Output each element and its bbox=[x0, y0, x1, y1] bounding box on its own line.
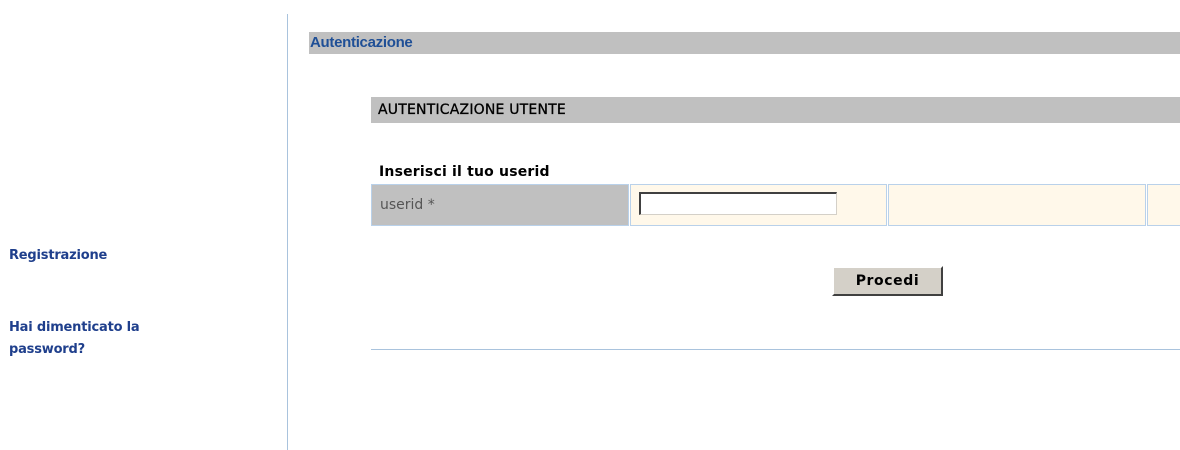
empty-cell bbox=[888, 184, 1146, 226]
sidebar-divider bbox=[287, 14, 288, 450]
proceed-button[interactable]: Procedi bbox=[832, 266, 943, 296]
userid-field-row: userid * bbox=[371, 184, 1180, 226]
authentication-page: Registrazione Hai dimenticato la passwor… bbox=[0, 0, 1180, 450]
section-title: AUTENTICAZIONE UTENTE bbox=[378, 102, 566, 118]
userid-label: userid * bbox=[380, 197, 435, 213]
empty-cell bbox=[1147, 184, 1180, 226]
registration-link[interactable]: Registrazione bbox=[9, 245, 107, 267]
userid-input[interactable] bbox=[639, 192, 837, 215]
forgot-password-link[interactable]: Hai dimenticato la password? bbox=[9, 317, 189, 361]
page-title-bar bbox=[309, 32, 1180, 54]
userid-prompt: Inserisci il tuo userid bbox=[379, 164, 550, 180]
page-title: Autenticazione bbox=[310, 34, 413, 51]
userid-label-cell: userid * bbox=[371, 184, 629, 226]
form-divider bbox=[371, 349, 1180, 350]
userid-input-cell bbox=[630, 184, 887, 226]
sidebar: Registrazione Hai dimenticato la passwor… bbox=[0, 0, 287, 450]
